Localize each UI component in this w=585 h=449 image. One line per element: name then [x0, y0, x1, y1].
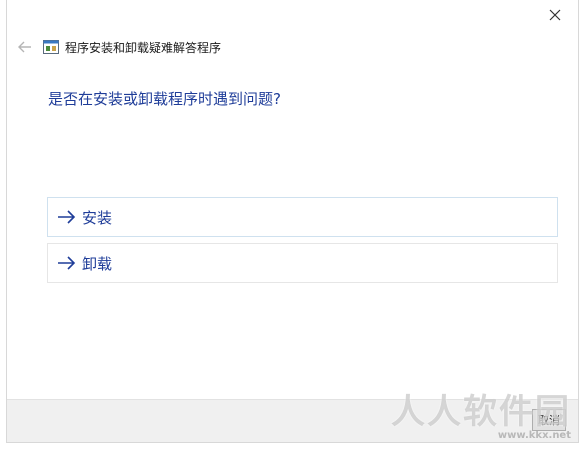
title-nav-row: 程序安装和卸载疑难解答程序 [15, 36, 221, 58]
option-uninstall[interactable]: 卸载 [47, 243, 558, 283]
cancel-button[interactable]: 取消 [532, 409, 566, 431]
footer-bar: 取消 [7, 399, 578, 442]
back-arrow-icon [18, 41, 31, 53]
option-uninstall-label: 卸载 [82, 254, 113, 273]
right-arrow-icon [58, 210, 76, 224]
back-button[interactable] [15, 37, 35, 57]
window-title: 程序安装和卸载疑难解答程序 [65, 40, 222, 55]
page-question: 是否在安装或卸载程序时遇到问题? [48, 90, 281, 108]
close-icon [549, 9, 561, 21]
close-button[interactable] [540, 4, 570, 26]
option-install[interactable]: 安装 [47, 197, 558, 237]
right-arrow-icon [58, 256, 76, 270]
option-install-label: 安装 [82, 208, 113, 227]
troubleshooter-app-icon [43, 40, 59, 54]
troubleshooter-window: 程序安装和卸载疑难解答程序 是否在安装或卸载程序时遇到问题? 安装 卸载 取消 [6, 0, 579, 443]
